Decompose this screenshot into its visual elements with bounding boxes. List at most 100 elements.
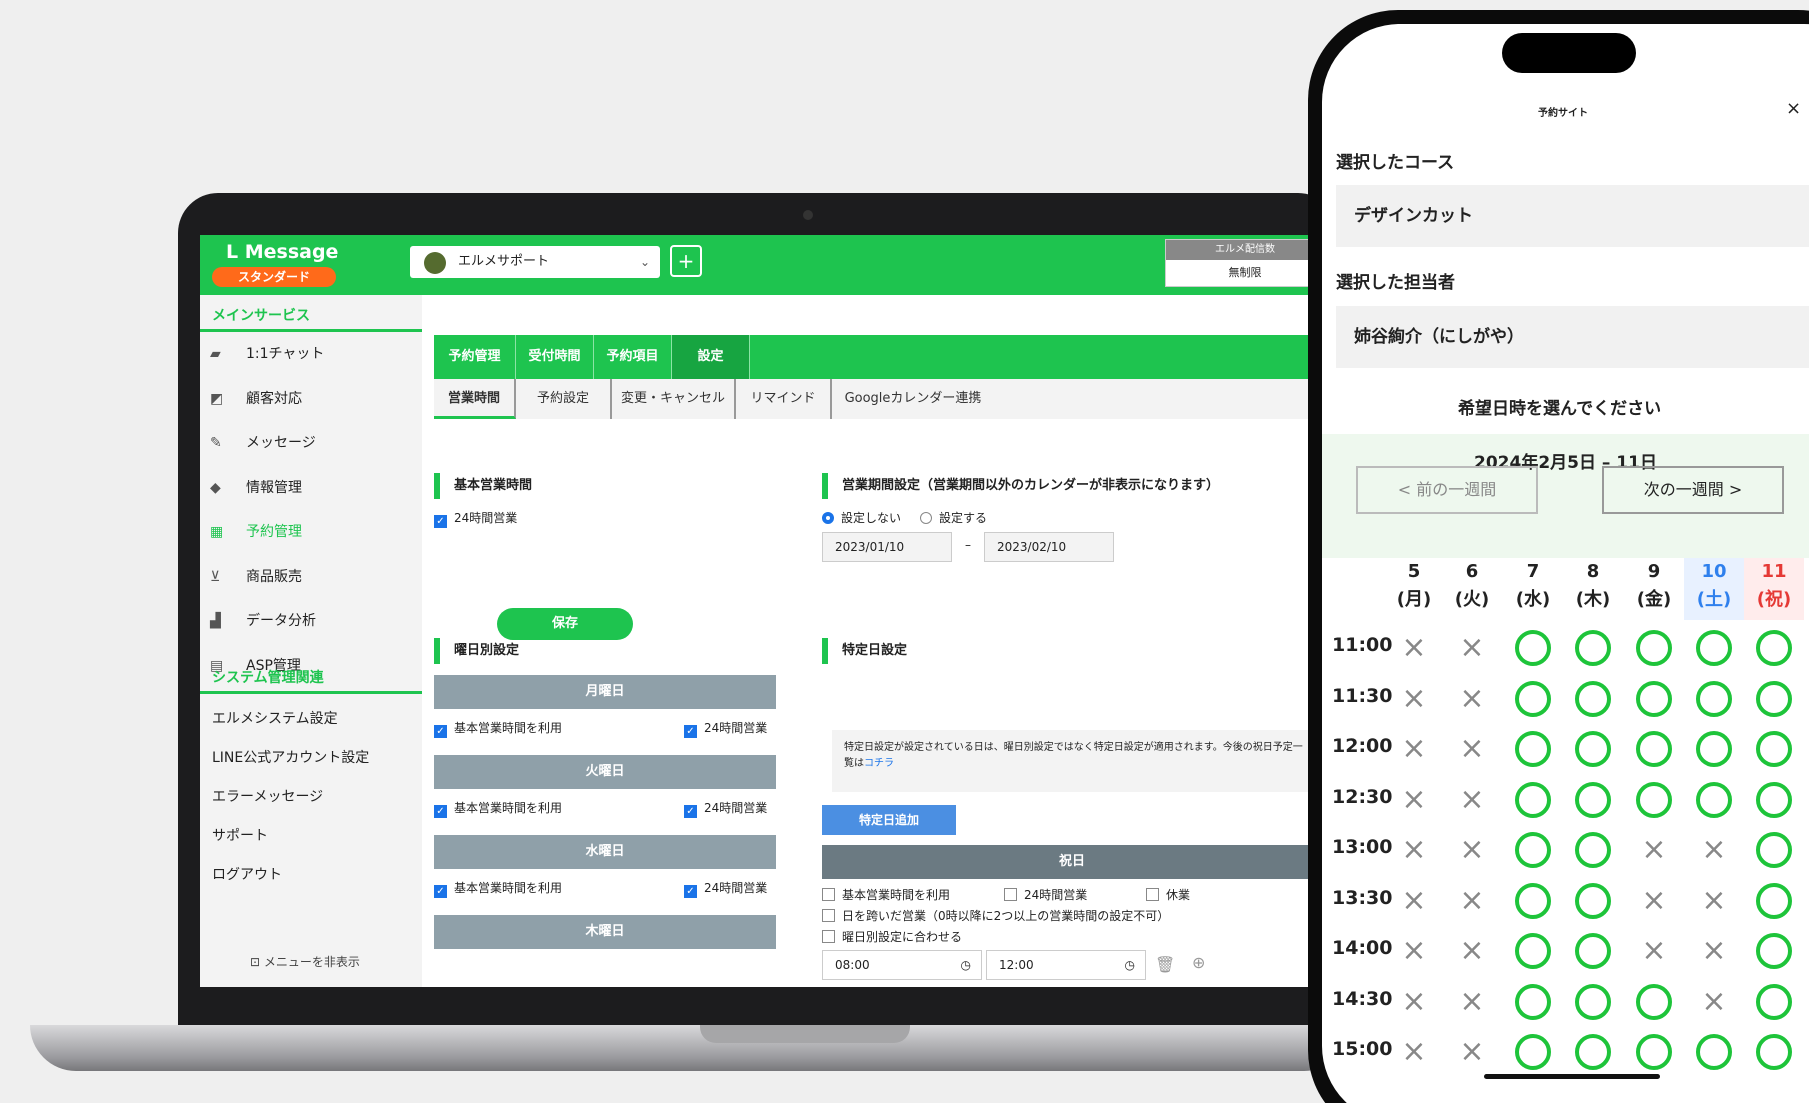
checkbox-icon[interactable] [822,888,835,901]
available-slot[interactable] [1515,630,1551,666]
sidebar-item-6[interactable]: ▟ データ分析 [210,610,316,632]
checkbox-checked-icon[interactable]: ✓ [434,805,447,818]
sidebar-item-0[interactable]: ▰ 1:1チャット [210,343,324,365]
available-slot[interactable] [1515,781,1551,818]
checkbox-checked-icon[interactable]: ✓ [434,885,447,898]
checkbox-icon[interactable] [1146,888,1159,901]
available-slot[interactable] [1575,832,1611,868]
hide-menu-button[interactable]: ⊡ メニューを非表示 [250,953,360,970]
period-start-input[interactable]: 2023/01/10 [822,532,952,562]
add-circle-icon[interactable]: ⊕ [1192,953,1205,972]
weekday-bar[interactable]: 月曜日 [434,675,776,709]
checkbox-icon[interactable] [822,930,835,943]
tab-reservation[interactable]: 予約管理 [434,335,516,379]
check-holiday-basic[interactable]: 基本営業時間を利用 [822,887,950,903]
next-week-button[interactable]: 次の一週間 > [1602,466,1784,514]
holiday-list-link[interactable]: コチラ [864,758,894,769]
tab-settings[interactable]: 設定 [672,335,750,379]
available-slot[interactable] [1756,1034,1792,1070]
sidebar-item-support[interactable]: サポート [212,825,268,845]
check-use-basic[interactable]: ✓ 基本営業時間を利用 [434,720,562,738]
tab-remind[interactable]: リマインド [736,379,832,419]
check-holiday-closed[interactable]: 休業 [1146,887,1296,903]
available-slot[interactable] [1515,933,1551,969]
checkbox-checked-icon[interactable]: ✓ [684,725,697,738]
end-time-input[interactable]: 12:00 ◷ [986,950,1146,980]
available-slot[interactable] [1575,1034,1611,1070]
checkbox-icon[interactable] [822,909,835,922]
sidebar-item-error-message[interactable]: エラーメッセージ [212,786,323,806]
radio-selected-icon[interactable] [822,512,834,524]
prev-week-button[interactable]: < 前の一週間 [1356,466,1538,514]
check-match-weekday[interactable]: 曜日別設定に合わせる [822,929,962,945]
available-slot[interactable] [1515,832,1551,868]
available-slot[interactable] [1696,630,1732,666]
sidebar-item-1[interactable]: ◩ 顧客対応 [210,388,302,410]
account-select[interactable]: エルメサポート ⌄ [410,246,660,278]
sidebar-item-5[interactable]: ⊻ 商品販売 [210,566,302,588]
weekday-bar[interactable]: 木曜日 [434,915,776,949]
radio-no-period[interactable]: 設定しない [822,510,901,526]
trash-icon[interactable]: 🗑 [1155,955,1175,974]
close-icon[interactable]: × [1786,98,1801,119]
available-slot[interactable] [1636,731,1672,767]
available-slot[interactable] [1756,680,1792,717]
available-slot[interactable] [1636,983,1672,1020]
checkbox-checked-icon[interactable]: ✓ [434,515,447,528]
available-slot[interactable] [1575,933,1611,969]
available-slot[interactable] [1515,1034,1551,1070]
available-slot[interactable] [1575,680,1611,717]
checkbox-checked-icon[interactable]: ✓ [684,805,697,818]
weekday-bar[interactable]: 水曜日 [434,835,776,869]
sidebar-item-3[interactable]: ◆ 情報管理 [210,477,302,499]
checkbox-checked-icon[interactable]: ✓ [434,725,447,738]
available-slot[interactable] [1756,630,1792,666]
check-use-basic[interactable]: ✓ 基本営業時間を利用 [434,800,562,818]
period-end-input[interactable]: 2023/02/10 [984,532,1114,562]
available-slot[interactable] [1696,731,1732,767]
available-slot[interactable] [1575,630,1611,666]
available-slot[interactable] [1756,731,1792,767]
tab-google-calendar[interactable]: Googleカレンダー連携 [832,379,994,419]
radio-set-period[interactable]: 設定する [920,510,987,526]
available-slot[interactable] [1636,630,1672,666]
tab-reservation-settings[interactable]: 予約設定 [516,379,612,419]
sidebar-item-system-settings[interactable]: エルメシステム設定 [212,708,338,728]
check-24h-day[interactable]: ✓ 24時間営業 [684,800,767,818]
available-slot[interactable] [1575,731,1611,767]
app-logo[interactable]: L Message [226,241,338,263]
available-slot[interactable] [1756,781,1792,818]
available-slot[interactable] [1636,680,1672,717]
checkbox-checked-icon[interactable]: ✓ [684,885,697,898]
available-slot[interactable] [1515,882,1551,919]
available-slot[interactable] [1575,983,1611,1020]
check-holiday-24h[interactable]: 24時間営業 [1004,887,1087,903]
weekday-bar[interactable]: 火曜日 [434,755,776,789]
tab-hours[interactable]: 受付時間 [516,335,594,379]
radio-icon[interactable] [920,512,932,524]
tab-items[interactable]: 予約項目 [594,335,672,379]
start-time-input[interactable]: 08:00 ◷ [822,950,982,980]
sidebar-item-logout[interactable]: ログアウト [212,864,282,884]
available-slot[interactable] [1575,882,1611,919]
tab-change-cancel[interactable]: 変更・キャンセル [612,379,736,419]
available-slot[interactable] [1756,882,1792,919]
check-overnight[interactable]: 日を跨いだ営業（0時以降に2つ以上の営業時間の設定不可） [822,908,1169,924]
sidebar-item-line-account[interactable]: LINE公式アカウント設定 [212,747,369,767]
checkbox-icon[interactable] [1004,888,1017,901]
available-slot[interactable] [1515,680,1551,717]
available-slot[interactable] [1756,983,1792,1020]
available-slot[interactable] [1756,832,1792,868]
sidebar-item-4[interactable]: ▦ 予約管理 [210,521,302,543]
save-button[interactable]: 保存 [497,608,633,640]
check-24h-day[interactable]: ✓ 24時間営業 [684,880,767,898]
check-24h-day[interactable]: ✓ 24時間営業 [684,720,767,738]
available-slot[interactable] [1756,933,1792,969]
tab-business-hours[interactable]: 営業時間 [434,379,516,419]
sidebar-item-2[interactable]: ✎ メッセージ [210,432,316,454]
check-use-basic[interactable]: ✓ 基本営業時間を利用 [434,880,562,898]
add-user-icon[interactable]: + [670,245,702,277]
available-slot[interactable] [1636,781,1672,818]
add-special-day-button[interactable]: 特定日追加 [822,805,956,835]
available-slot[interactable] [1575,781,1611,818]
